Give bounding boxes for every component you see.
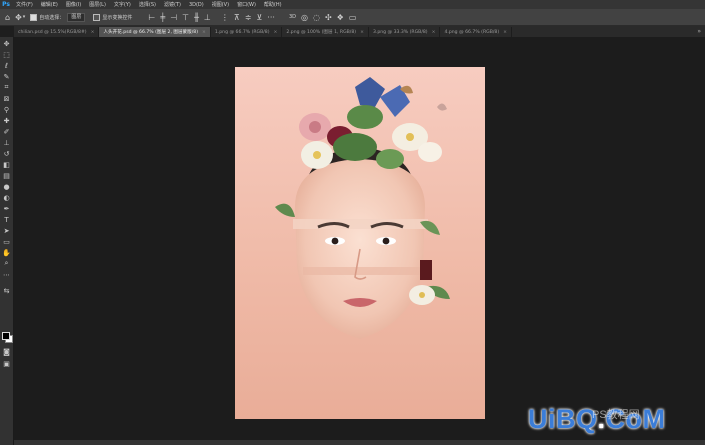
orbit-3d-icon[interactable]: ◎ bbox=[301, 13, 308, 22]
close-icon[interactable]: × bbox=[91, 30, 95, 35]
distribute-middle-icon[interactable]: ≑ bbox=[245, 13, 252, 22]
tab-label: chilian.psd @ 15.5%(RGB/8#) bbox=[18, 29, 87, 35]
menu-edit[interactable]: 编辑(E) bbox=[37, 1, 62, 8]
menu-window[interactable]: 窗口(W) bbox=[233, 1, 260, 8]
show-transform-label: 显示变换控件 bbox=[102, 14, 133, 21]
tab-ren-tou-kai-hua[interactable]: 人头开花.psd @ 66.7% (图层 2, 图层蒙版/8) × bbox=[99, 27, 211, 37]
shape-icon[interactable]: ▭ bbox=[2, 237, 11, 246]
eraser-icon[interactable]: ◧ bbox=[2, 160, 11, 169]
menu-help[interactable]: 帮助(H) bbox=[260, 1, 286, 8]
healing-icon[interactable]: ✚ bbox=[2, 116, 11, 125]
watermark-faint-text: PS教程网 bbox=[592, 409, 640, 421]
history-brush-icon[interactable]: ↺ bbox=[2, 149, 11, 158]
tab-2-png[interactable]: 2.png @ 100% (图层 1, RGB/8) × bbox=[282, 27, 369, 37]
more-options-icon[interactable]: ··· bbox=[267, 13, 275, 22]
blur-icon[interactable]: ● bbox=[2, 182, 11, 191]
photoshop-logo[interactable]: Ps bbox=[0, 0, 12, 9]
menu-3d[interactable]: 3D(D) bbox=[185, 2, 208, 8]
close-icon[interactable]: × bbox=[503, 30, 507, 35]
menu-file[interactable]: 文件(F) bbox=[12, 1, 37, 8]
auto-select-option[interactable]: 自动选择： bbox=[30, 13, 65, 21]
home-icon[interactable]: ⌂ bbox=[5, 13, 10, 22]
tab-label: 2.png @ 100% (图层 1, RGB/8) bbox=[286, 30, 357, 35]
more-icon[interactable]: ⋯ bbox=[2, 270, 11, 279]
3d-mode-label: 3D bbox=[288, 14, 296, 20]
show-transform-checkbox[interactable] bbox=[93, 13, 101, 21]
align-center-icon[interactable]: ╪ bbox=[160, 13, 165, 22]
close-icon[interactable]: × bbox=[432, 30, 436, 35]
chevron-down-icon[interactable]: ▾ bbox=[23, 14, 26, 20]
screen-mode-icon[interactable]: ▣ bbox=[2, 359, 11, 368]
align-right-icon[interactable]: ⊣ bbox=[170, 13, 177, 22]
align-bottom-icon[interactable]: ⊥ bbox=[204, 13, 211, 22]
tab-label: 3.png @ 33.3% (RGB/8) bbox=[372, 29, 428, 35]
frame-icon[interactable]: ⊠ bbox=[2, 94, 11, 103]
scale-3d-icon[interactable]: ▭ bbox=[349, 13, 357, 22]
tab-1-png[interactable]: 1.png @ 66.7% (RGB/8) × bbox=[211, 27, 283, 37]
tab-4-png[interactable]: 4.png @ 66.7% (RGB/8) × bbox=[440, 27, 512, 37]
tools-panel: ✥ ⬚ ℓ ✎ ⌗ ⊠ ⚲ ✚ ✐ ⊥ ↺ ◧ ▤ ● ◐ ✒ T ➤ ▭ ✋ … bbox=[0, 37, 14, 445]
align-left-icon[interactable]: ⊢ bbox=[148, 13, 155, 22]
swap-colors-icon[interactable]: ⇆ bbox=[2, 286, 11, 295]
align-middle-icon[interactable]: ╫ bbox=[194, 13, 199, 22]
dodge-icon[interactable]: ◐ bbox=[2, 193, 11, 202]
tab-label: 4.png @ 66.7% (RGB/8) bbox=[444, 29, 500, 35]
tab-label: 人头开花.psd @ 66.7% (图层 2, 图层蒙版/8) bbox=[103, 30, 199, 35]
menu-image[interactable]: 图像(I) bbox=[62, 1, 85, 8]
marquee-icon[interactable]: ⬚ bbox=[2, 50, 11, 59]
pen-icon[interactable]: ✒ bbox=[2, 204, 11, 213]
crop-icon[interactable]: ⌗ bbox=[2, 83, 11, 92]
show-transform-option[interactable]: 显示变换控件 bbox=[93, 13, 133, 21]
tab-3-png[interactable]: 3.png @ 33.3% (RGB/8) × bbox=[369, 27, 441, 37]
hand-icon[interactable]: ✋ bbox=[2, 248, 11, 257]
status-bar bbox=[14, 440, 705, 445]
move-tool-preset-icon[interactable]: ✥ bbox=[15, 13, 22, 22]
distribute-icon[interactable]: ⋮ bbox=[221, 13, 229, 22]
close-icon[interactable]: × bbox=[202, 30, 206, 35]
lasso-icon[interactable]: ℓ bbox=[2, 61, 11, 70]
artwork-flower-head bbox=[275, 77, 450, 339]
menu-type[interactable]: 文字(Y) bbox=[110, 1, 135, 8]
close-icon[interactable]: × bbox=[274, 30, 278, 35]
zoom-icon[interactable]: ⌕ bbox=[2, 259, 11, 268]
eyedropper-icon[interactable]: ⚲ bbox=[2, 105, 11, 114]
foreground-color-swatch[interactable] bbox=[2, 332, 10, 340]
stamp-icon[interactable]: ⊥ bbox=[2, 138, 11, 147]
tab-label: 1.png @ 66.7% (RGB/8) bbox=[214, 29, 270, 35]
distribute-bottom-icon[interactable]: ⊻ bbox=[256, 13, 262, 22]
distribute-top-icon[interactable]: ⊼ bbox=[234, 13, 240, 22]
gradient-icon[interactable]: ▤ bbox=[2, 171, 11, 180]
auto-select-dropdown[interactable]: 图层 bbox=[67, 12, 86, 22]
brush-icon[interactable]: ✐ bbox=[2, 127, 11, 136]
document-tabs: chilian.psd @ 15.5%(RGB/8#) × 人头开花.psd @ … bbox=[14, 26, 705, 37]
menu-bar: Ps 文件(F) 编辑(E) 图像(I) 图层(L) 文字(Y) 选择(S) 滤… bbox=[0, 0, 705, 9]
document-canvas[interactable] bbox=[235, 67, 485, 419]
slide-3d-icon[interactable]: ❖ bbox=[337, 13, 344, 22]
align-top-icon[interactable]: ⊤ bbox=[182, 13, 189, 22]
tab-chilian[interactable]: chilian.psd @ 15.5%(RGB/8#) × bbox=[14, 27, 100, 37]
watermark-part-a: UiB bbox=[528, 403, 576, 434]
close-icon[interactable]: × bbox=[360, 30, 364, 35]
menu-view[interactable]: 视图(V) bbox=[208, 1, 233, 8]
path-select-icon[interactable]: ➤ bbox=[2, 226, 11, 235]
pan-3d-icon[interactable]: ✣ bbox=[325, 13, 332, 22]
quick-select-icon[interactable]: ✎ bbox=[2, 72, 11, 81]
options-bar: ⌂ ✥ ▾ 自动选择： 图层 显示变换控件 ⊢ ╪ ⊣ ⊤ ╫ ⊥ ⋮ ⊼ ≑ … bbox=[0, 9, 705, 26]
menu-filter[interactable]: 滤镜(T) bbox=[160, 1, 185, 8]
quick-mask-icon[interactable]: ◙ bbox=[2, 347, 11, 356]
type-icon[interactable]: T bbox=[2, 215, 11, 224]
menu-select[interactable]: 选择(S) bbox=[135, 1, 160, 8]
roll-3d-icon[interactable]: ◌ bbox=[313, 13, 320, 22]
auto-select-label: 自动选择： bbox=[39, 14, 65, 21]
tabs-overflow-button[interactable]: » bbox=[697, 28, 701, 35]
site-watermark: UiBQ.CoM PS教程网 bbox=[528, 400, 666, 438]
menu-layer[interactable]: 图层(L) bbox=[85, 1, 110, 8]
move-icon[interactable]: ✥ bbox=[2, 39, 11, 48]
auto-select-checkbox[interactable] bbox=[30, 13, 38, 21]
